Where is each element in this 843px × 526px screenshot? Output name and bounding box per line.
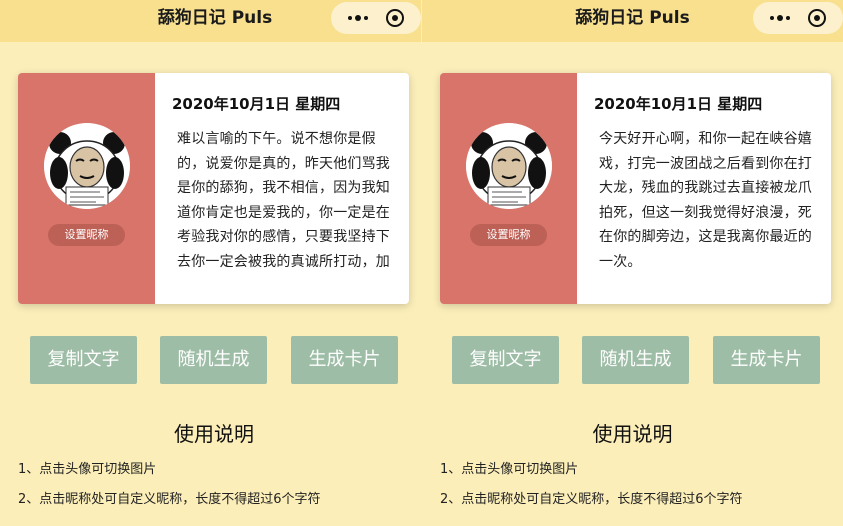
- diary-date: 2020年10月1日 星期四: [172, 95, 341, 113]
- phone-screen-left: 舔狗日记 Puls 设置昵称 2020年10月1日 星期四 难以言喻的下午。说不…: [0, 0, 421, 526]
- card-content: 2020年10月1日 星期四 难以言喻的下午。说不想你是假的，说爱你是真的，昨天…: [155, 73, 409, 304]
- navbar: 舔狗日记 Puls: [0, 0, 421, 42]
- random-generate-button[interactable]: 随机生成: [582, 336, 689, 384]
- diary-date: 2020年10月1日 星期四: [594, 95, 763, 113]
- help-item: 2、点击昵称处可自定义昵称，长度不得超过6个字符: [440, 492, 743, 507]
- mini-program-capsule: [753, 2, 843, 34]
- help-item: 2、点击昵称处可自定义昵称，长度不得超过6个字符: [18, 492, 321, 507]
- avatar[interactable]: [44, 123, 130, 209]
- close-target-icon[interactable]: [808, 9, 826, 27]
- card-avatar-panel: 设置昵称: [18, 73, 155, 304]
- diary-text: 难以言喻的下午。说不想你是假的，说爱你是真的，昨天他们骂我是你的舔狗，我不相信，…: [177, 131, 390, 270]
- generate-card-button[interactable]: 生成卡片: [713, 336, 820, 384]
- phone-screen-right: 舔狗日记 Puls 设置昵称 2020年10月1日 星期四 今天好开心啊，和你一…: [422, 0, 843, 526]
- more-dots-icon[interactable]: [348, 15, 368, 21]
- help-title: 使用说明: [174, 422, 254, 446]
- copy-text-button[interactable]: 复制文字: [30, 336, 137, 384]
- panda-meme-avatar-icon: [44, 123, 130, 209]
- mini-program-capsule: [331, 2, 421, 34]
- help-item: 1、点击头像可切换图片: [440, 462, 579, 477]
- copy-text-button[interactable]: 复制文字: [452, 336, 559, 384]
- set-nickname-button[interactable]: 设置昵称: [48, 224, 125, 246]
- avatar[interactable]: [466, 123, 552, 209]
- set-nickname-button[interactable]: 设置昵称: [470, 224, 547, 246]
- help-title: 使用说明: [592, 422, 673, 446]
- close-target-icon[interactable]: [386, 9, 404, 27]
- diary-text: 今天好开心啊，和你一起在峡谷嬉戏，打完一波团战之后看到你在打大龙，残血的我跳过去…: [599, 131, 812, 270]
- diary-card: 设置昵称 2020年10月1日 星期四 难以言喻的下午。说不想你是假的，说爱你是…: [18, 73, 409, 304]
- panda-meme-avatar-icon: [466, 123, 552, 209]
- navbar: 舔狗日记 Puls: [422, 0, 843, 42]
- generate-card-button[interactable]: 生成卡片: [291, 336, 398, 384]
- diary-card: 设置昵称 2020年10月1日 星期四 今天好开心啊，和你一起在峡谷嬉戏，打完一…: [440, 73, 831, 304]
- random-generate-button[interactable]: 随机生成: [160, 336, 267, 384]
- help-item: 1、点击头像可切换图片: [18, 462, 157, 477]
- more-dots-icon[interactable]: [770, 15, 790, 21]
- card-avatar-panel: 设置昵称: [440, 73, 577, 304]
- card-content: 2020年10月1日 星期四 今天好开心啊，和你一起在峡谷嬉戏，打完一波团战之后…: [577, 73, 831, 304]
